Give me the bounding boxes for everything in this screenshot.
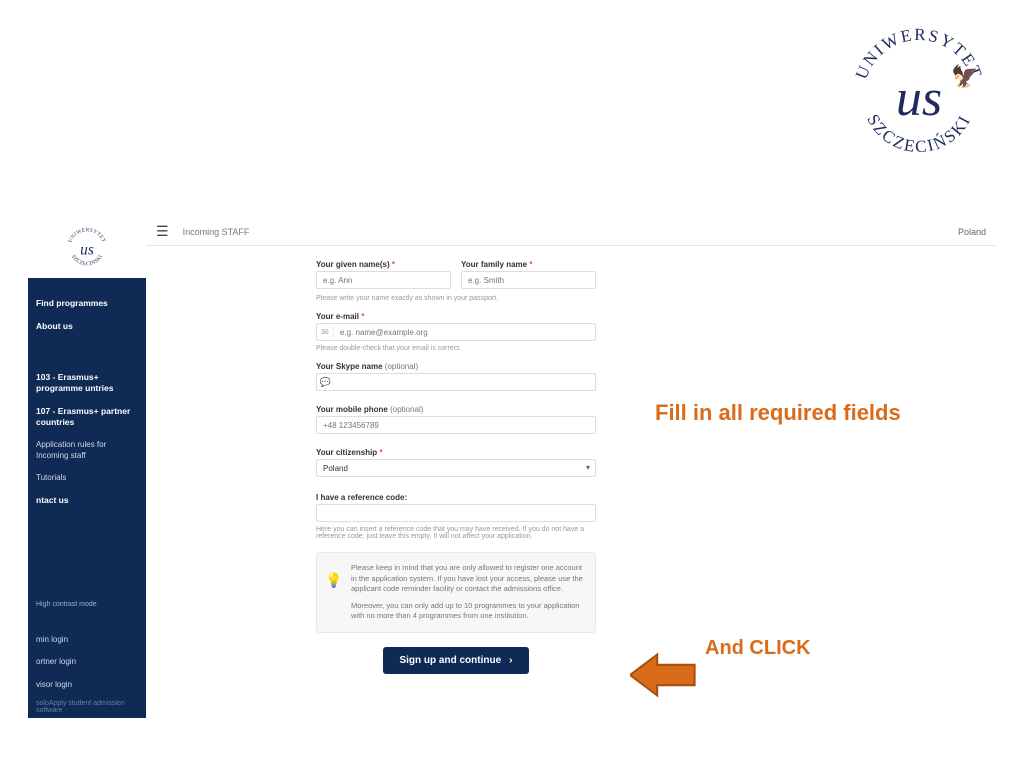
given-name-input[interactable] <box>316 271 451 289</box>
topbar-country[interactable]: Poland <box>958 227 986 237</box>
sidebar-item-about-us[interactable]: About us <box>28 315 146 338</box>
given-name-label: Your given name(s) * <box>316 260 451 269</box>
sidebar: UNIWERSYTET SZCZECIŃSKI us Find programm… <box>28 218 146 718</box>
family-name-input[interactable] <box>461 271 596 289</box>
notice-p2: Moreover, you can only add up to 10 prog… <box>351 601 585 622</box>
hamburger-icon[interactable]: ☰ <box>156 223 169 240</box>
svg-text:us: us <box>80 241 94 258</box>
citizenship-select[interactable] <box>316 459 596 477</box>
sidebar-login-admin[interactable]: min login <box>28 629 146 651</box>
breadcrumb: Incoming STAFF <box>183 227 250 237</box>
sidebar-footer: soloApply student admission software <box>28 696 146 718</box>
sidebar-item-k107[interactable]: 107 - Erasmus+ partner countries <box>28 400 146 434</box>
reference-label: I have a reference code: <box>316 493 596 502</box>
chevron-right-icon: › <box>509 655 512 666</box>
skype-icon: 💬 <box>317 377 334 388</box>
annotation-click: And CLICK <box>705 637 811 660</box>
reference-help: Here you can insert a reference code tha… <box>316 526 596 540</box>
name-help: Please write your name exactly as shown … <box>316 295 596 302</box>
mobile-input[interactable] <box>316 416 596 434</box>
lightbulb-icon: 💡 <box>325 571 342 591</box>
email-icon: ✉ <box>317 327 334 338</box>
email-input[interactable] <box>334 324 595 340</box>
sidebar-login-partner[interactable]: ortner login <box>28 651 146 673</box>
sidebar-item-find-programmes[interactable]: Find programmes <box>28 292 146 315</box>
notice-box: 💡 Please keep in mind that you are only … <box>316 552 596 633</box>
sidebar-item-contact[interactable]: ntact us <box>28 489 146 512</box>
sidebar-item-k103[interactable]: 103 - Erasmus+ programme untries <box>28 366 146 400</box>
skype-input[interactable] <box>334 374 595 390</box>
svg-text:us: us <box>896 70 942 127</box>
signup-form: Your given name(s) * Your family name * … <box>316 260 596 674</box>
family-name-label: Your family name * <box>461 260 596 269</box>
svg-text:🦅: 🦅 <box>951 63 978 89</box>
email-help: Please double-check that your email is c… <box>316 345 596 352</box>
sidebar-login-advisor[interactable]: visor login <box>28 674 146 696</box>
signup-button[interactable]: Sign up and continue› <box>383 647 528 674</box>
skype-label: Your Skype name (optional) <box>316 362 596 371</box>
app-container: UNIWERSYTET SZCZECIŃSKI us Find programm… <box>28 218 996 718</box>
annotation-fill-fields: Fill in all required fields <box>655 400 901 426</box>
sidebar-item-app-rules[interactable]: Application rules for Incoming staff <box>28 434 146 467</box>
reference-input[interactable] <box>316 504 596 522</box>
sidebar-logo: UNIWERSYTET SZCZECIŃSKI us <box>28 218 146 278</box>
citizenship-label: Your citizenship * <box>316 448 596 457</box>
topbar: ☰ Incoming STAFF Poland <box>146 218 996 246</box>
university-logo-large: UNIWERSYTET SZCZECIŃSKI us 🦅 <box>844 20 994 170</box>
mobile-label: Your mobile phone (optional) <box>316 405 596 414</box>
sidebar-item-tutorials[interactable]: Tutorials <box>28 467 146 489</box>
sidebar-high-contrast[interactable]: High contrast mode <box>28 594 146 615</box>
notice-p1: Please keep in mind that you are only al… <box>351 563 585 595</box>
email-label: Your e-mail * <box>316 312 596 321</box>
arrow-icon <box>630 650 698 700</box>
